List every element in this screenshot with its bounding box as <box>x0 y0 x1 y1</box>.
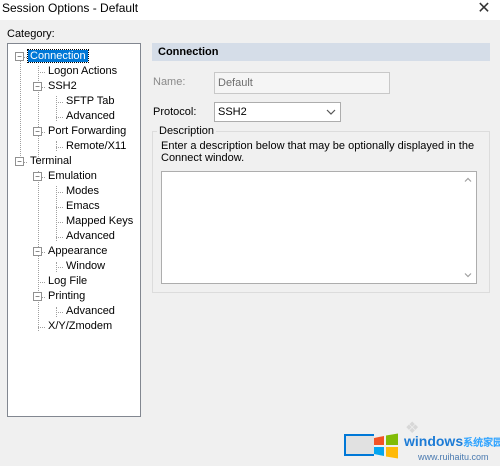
collapse-icon[interactable]: − <box>33 292 42 301</box>
tree-item[interactable]: SSH2 <box>46 79 79 94</box>
tree-item-label: Printing <box>48 290 86 302</box>
tree-item-label: Advanced <box>66 305 115 317</box>
collapse-icon[interactable]: − <box>33 247 42 256</box>
description-title: Description <box>157 125 217 137</box>
protocol-select[interactable]: SSH2 <box>214 102 341 122</box>
panel-header: Connection <box>152 43 490 61</box>
tree-item[interactable]: Logon Actions <box>46 64 119 79</box>
window-title: Session Options - Default <box>2 1 139 15</box>
watermark: windows系统家园 www.ruihaitu.com <box>372 430 500 466</box>
collapse-icon[interactable]: − <box>33 127 42 136</box>
tree-item[interactable]: Port Forwarding <box>46 124 128 139</box>
tree-item-label: Logon Actions <box>48 65 118 77</box>
collapse-icon[interactable]: − <box>33 82 42 91</box>
tree-item-label: Appearance <box>48 245 108 257</box>
tree-item[interactable]: Terminal <box>28 154 74 169</box>
scroll-up-icon[interactable] <box>463 175 473 185</box>
collapse-icon[interactable]: − <box>33 172 42 181</box>
tree-item-label: Port Forwarding <box>48 125 127 137</box>
category-label: Category: <box>7 28 55 40</box>
tree-item-label: Emacs <box>66 200 100 212</box>
ok-button[interactable] <box>344 434 374 456</box>
name-field: Default <box>214 72 390 94</box>
collapse-icon[interactable]: − <box>15 52 24 61</box>
name-label: Name: <box>153 76 186 88</box>
tree-item[interactable]: Advanced <box>64 304 117 319</box>
tree-item-label: Remote/X11 <box>66 140 127 152</box>
tree-item[interactable]: Emulation <box>46 169 99 184</box>
tree-item-label: Advanced <box>66 230 115 242</box>
watermark-brand: windows系统家园 <box>404 433 500 449</box>
description-hint: Enter a description below that may be op… <box>161 140 475 164</box>
title-bar: Session Options - Default ✕ <box>0 0 500 20</box>
tree-item[interactable]: SFTP Tab <box>64 94 117 109</box>
tree-item-label: Log File <box>48 275 88 287</box>
tree-item[interactable]: Appearance <box>46 244 109 259</box>
tree-item-label: X/Y/Zmodem <box>48 320 113 332</box>
protocol-value: SSH2 <box>218 106 247 118</box>
tree-item[interactable]: Advanced <box>64 109 117 124</box>
tree-item-label: SSH2 <box>48 80 77 92</box>
tree-item[interactable]: Window <box>64 259 107 274</box>
description-textarea[interactable] <box>161 171 477 284</box>
tree-item[interactable]: Connection <box>27 49 89 64</box>
scroll-down-icon[interactable] <box>463 270 473 280</box>
tree-item[interactable]: Remote/X11 <box>64 139 128 154</box>
chevron-down-icon <box>326 103 336 128</box>
tree-item-label: SFTP Tab <box>66 95 115 107</box>
tree-item-label: Emulation <box>48 170 97 182</box>
tree-item[interactable]: Emacs <box>64 199 102 214</box>
protocol-label: Protocol: <box>153 106 197 118</box>
tree-item[interactable]: Printing <box>46 289 87 304</box>
tree-item-label: Terminal <box>30 155 72 167</box>
watermark-url: www.ruihaitu.com <box>418 452 489 462</box>
tree-item-label: Connection <box>27 49 89 63</box>
category-tree[interactable]: Connection − Logon Actions SSH2− SFTP Tab Adv… <box>7 43 141 417</box>
tree-item-label: Mapped Keys <box>66 215 134 227</box>
windows-logo-icon <box>372 432 400 460</box>
tree-item[interactable]: Modes <box>64 184 101 199</box>
tree-item[interactable]: Mapped Keys <box>64 214 135 229</box>
tree-item-label: Advanced <box>66 110 115 122</box>
tree-item[interactable]: Advanced <box>64 229 117 244</box>
close-icon[interactable]: ✕ <box>474 0 494 18</box>
collapse-icon[interactable]: − <box>15 157 24 166</box>
tree-item[interactable]: X/Y/Zmodem <box>46 319 114 334</box>
tree-item[interactable]: Log File <box>46 274 89 289</box>
tree-item-label: Window <box>66 260 106 272</box>
tree-item-label: Modes <box>66 185 100 197</box>
